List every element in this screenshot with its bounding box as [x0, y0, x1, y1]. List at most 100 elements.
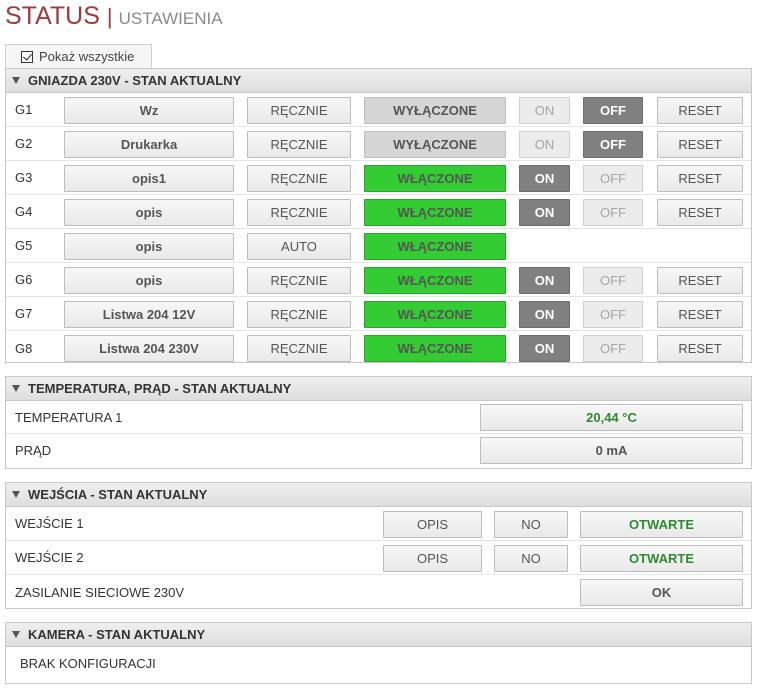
- input-row: WEJŚCIE 1 OPIS NO OTWARTE: [6, 507, 751, 541]
- page-title[interactable]: STATUS: [5, 2, 100, 31]
- socket-on-button[interactable]: ON: [519, 97, 570, 124]
- socket-reset-button[interactable]: RESET: [657, 199, 743, 226]
- socket-mode-button[interactable]: RĘCZNIE: [247, 131, 351, 158]
- socket-id: G6: [15, 272, 33, 287]
- socket-state: WŁĄCZONE: [364, 335, 506, 362]
- page-header: STATUS | USTAWIENIA: [5, 2, 223, 36]
- sockets-panel-header[interactable]: GNIAZDA 230V - STAN AKTUALNY: [6, 69, 751, 93]
- socket-id: G3: [15, 170, 33, 185]
- show-all-toggle[interactable]: Pokaż wszystkie: [5, 44, 152, 68]
- socket-row-g6: G6 opis RĘCZNIE WŁĄCZONE ON OFF RESET: [6, 263, 751, 297]
- settings-link[interactable]: USTAWIENIA: [119, 9, 223, 29]
- socket-reset-button[interactable]: RESET: [657, 335, 743, 362]
- input-state: OTWARTE: [580, 545, 743, 572]
- socket-name-button[interactable]: Wz: [64, 97, 234, 124]
- socket-reset-button[interactable]: RESET: [657, 301, 743, 328]
- inputs-panel: WEJŚCIA - STAN AKTUALNY WEJŚCIE 1 OPIS N…: [5, 482, 752, 609]
- input-type-button[interactable]: NO: [494, 545, 568, 572]
- socket-id: G4: [15, 204, 33, 219]
- socket-reset-button[interactable]: RESET: [657, 267, 743, 294]
- input-label: WEJŚCIE 1: [15, 516, 84, 531]
- mains-power-row: ZASILANIE SIECIOWE 230V OK: [6, 575, 751, 609]
- socket-row-g8: G8 Listwa 204 230V RĘCZNIE WŁĄCZONE ON OFF RES…: [6, 331, 751, 365]
- socket-mode-button[interactable]: RĘCZNIE: [247, 165, 351, 192]
- socket-reset-button[interactable]: RESET: [657, 165, 743, 192]
- socket-name-button[interactable]: opis: [64, 199, 234, 226]
- socket-row-g4: G4 opis RĘCZNIE WŁĄCZONE ON OFF RESET: [6, 195, 751, 229]
- mains-power-state: OK: [580, 579, 743, 606]
- input-row: WEJŚCIE 2 OPIS NO OTWARTE: [6, 541, 751, 575]
- socket-state: WŁĄCZONE: [364, 165, 506, 192]
- checkbox-checked-icon[interactable]: [21, 50, 33, 63]
- socket-off-button[interactable]: OFF: [583, 267, 643, 294]
- collapse-triangle-icon[interactable]: [12, 631, 20, 638]
- socket-on-button[interactable]: ON: [519, 301, 570, 328]
- collapse-triangle-icon[interactable]: [12, 491, 20, 498]
- socket-name-button[interactable]: opis: [64, 267, 234, 294]
- socket-state: WŁĄCZONE: [364, 199, 506, 226]
- temperature-panel-title: TEMPERATURA, PRĄD - STAN AKTUALNY: [28, 381, 292, 396]
- socket-state: WŁĄCZONE: [364, 233, 506, 260]
- socket-off-button[interactable]: OFF: [583, 131, 643, 158]
- socket-mode-button[interactable]: RĘCZNIE: [247, 199, 351, 226]
- socket-off-button[interactable]: OFF: [583, 97, 643, 124]
- input-state: OTWARTE: [580, 511, 743, 538]
- temperature-panel-header[interactable]: TEMPERATURA, PRĄD - STAN AKTUALNY: [6, 377, 751, 401]
- input-type-button[interactable]: NO: [494, 511, 568, 538]
- show-all-label: Pokaż wszystkie: [39, 49, 135, 64]
- socket-reset-button[interactable]: RESET: [657, 97, 743, 124]
- socket-mode-button[interactable]: RĘCZNIE: [247, 97, 351, 124]
- socket-name-button[interactable]: Listwa 204 230V: [64, 335, 234, 362]
- collapse-triangle-icon[interactable]: [12, 77, 20, 84]
- socket-mode-button[interactable]: RĘCZNIE: [247, 301, 351, 328]
- socket-row-g5: G5 opis AUTO WŁĄCZONE: [6, 229, 751, 263]
- socket-state: WŁĄCZONE: [364, 301, 506, 328]
- inputs-panel-title: WEJŚCIA - STAN AKTUALNY: [28, 487, 208, 502]
- socket-id: G7: [15, 306, 33, 321]
- socket-on-button[interactable]: ON: [519, 267, 570, 294]
- socket-on-button[interactable]: ON: [519, 199, 570, 226]
- title-separator: |: [106, 4, 113, 29]
- socket-name-button[interactable]: opis1: [64, 165, 234, 192]
- current-row: PRĄD 0 mA: [6, 434, 751, 467]
- current-label: PRĄD: [15, 443, 52, 458]
- socket-on-button[interactable]: ON: [519, 131, 570, 158]
- socket-mode-button[interactable]: AUTO: [247, 233, 351, 260]
- inputs-panel-header[interactable]: WEJŚCIA - STAN AKTUALNY: [6, 483, 751, 507]
- temperature-panel: TEMPERATURA, PRĄD - STAN AKTUALNY TEMPER…: [5, 376, 752, 469]
- socket-name-button[interactable]: Listwa 204 12V: [64, 301, 234, 328]
- socket-off-button[interactable]: OFF: [583, 335, 643, 362]
- input-desc-button[interactable]: OPIS: [383, 545, 482, 572]
- socket-id: G8: [15, 340, 33, 356]
- socket-row-g7: G7 Listwa 204 12V RĘCZNIE WŁĄCZONE ON OFF RESE…: [6, 297, 751, 331]
- socket-reset-button[interactable]: RESET: [657, 131, 743, 158]
- socket-state: WYŁĄCZONE: [364, 97, 506, 124]
- input-desc-button[interactable]: OPIS: [383, 511, 482, 538]
- socket-mode-button[interactable]: RĘCZNIE: [247, 267, 351, 294]
- socket-id: G2: [15, 136, 33, 151]
- camera-panel-header[interactable]: KAMERA - STAN AKTUALNY: [6, 623, 751, 647]
- sockets-panel-title: GNIAZDA 230V - STAN AKTUALNY: [28, 73, 242, 88]
- input-label: WEJŚCIE 2: [15, 550, 84, 565]
- socket-row-g1: G1 Wz RĘCZNIE WYŁĄCZONE ON OFF RESET: [6, 93, 751, 127]
- temperature-value: 20,44 °C: [480, 404, 743, 431]
- socket-id: G5: [15, 238, 33, 253]
- temperature-label: TEMPERATURA 1: [15, 409, 123, 425]
- collapse-triangle-icon[interactable]: [12, 385, 20, 392]
- camera-panel-title: KAMERA - STAN AKTUALNY: [28, 627, 206, 642]
- socket-off-button[interactable]: OFF: [583, 165, 643, 192]
- socket-on-button[interactable]: ON: [519, 165, 570, 192]
- socket-mode-button[interactable]: RĘCZNIE: [247, 335, 351, 362]
- socket-row-g3: G3 opis1 RĘCZNIE WŁĄCZONE ON OFF RESET: [6, 161, 751, 195]
- camera-panel: KAMERA - STAN AKTUALNY BRAK KONFIGURACJI: [5, 622, 752, 684]
- sockets-panel: GNIAZDA 230V - STAN AKTUALNY G1 Wz RĘCZNIE…: [5, 68, 752, 363]
- socket-name-button[interactable]: Drukarka: [64, 131, 234, 158]
- socket-on-button[interactable]: ON: [519, 335, 570, 362]
- socket-off-button[interactable]: OFF: [583, 199, 643, 226]
- mains-power-label: ZASILANIE SIECIOWE 230V: [15, 584, 185, 600]
- socket-off-button[interactable]: OFF: [583, 301, 643, 328]
- socket-row-g2: G2 Drukarka RĘCZNIE WYŁĄCZONE ON OFF RESET: [6, 127, 751, 161]
- socket-state: WYŁĄCZONE: [364, 131, 506, 158]
- current-value: 0 mA: [480, 437, 743, 464]
- socket-name-button[interactable]: opis: [64, 233, 234, 260]
